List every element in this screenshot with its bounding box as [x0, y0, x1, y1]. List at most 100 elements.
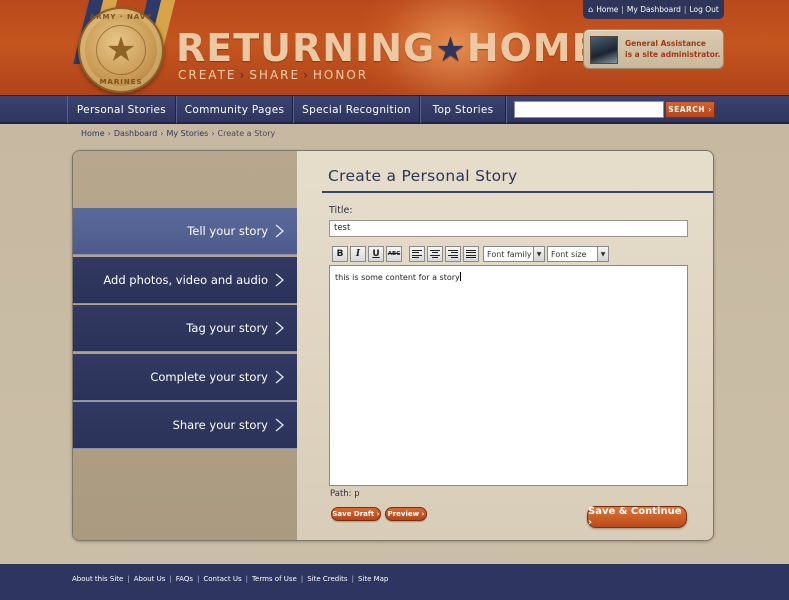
chevron-right-icon: › [160, 129, 164, 138]
separator: | [300, 575, 304, 583]
align-justify-icon [466, 248, 476, 260]
align-left-icon [412, 248, 422, 260]
site-footer: About this Site | About Us | FAQs | Cont… [0, 564, 789, 600]
step-label: Add photos, video and audio [103, 272, 268, 287]
logo-star-icon: ★ [435, 30, 467, 70]
main-nav: Personal Stories Community Pages Special… [0, 95, 789, 124]
steps-list: Tell your story Add photos, video and au… [73, 208, 297, 451]
editor-toolbar: B I U ABC Font family ▼ Font size ▼ [329, 245, 688, 265]
separator: | [621, 5, 624, 14]
avatar[interactable] [590, 36, 618, 64]
font-family-value: Font family [487, 250, 532, 259]
medal-logo[interactable]: ARMY · NAVY ★ MARINES [78, 7, 164, 93]
site-tagline: CREATE › SHARE › HONOR [178, 68, 368, 82]
bold-button[interactable]: B [332, 246, 348, 262]
breadcrumb-my-stories[interactable]: My Stories [166, 129, 208, 138]
steps-sidebar: Tell your story Add photos, video and au… [73, 151, 297, 540]
align-left-button[interactable] [409, 246, 425, 262]
step-share-your-story[interactable]: Share your story [73, 402, 297, 450]
separator: | [245, 575, 248, 583]
separator: | [197, 575, 200, 583]
font-size-select[interactable]: Font size ▼ [547, 246, 609, 262]
search-button[interactable]: SEARCH › [665, 101, 715, 118]
user-role: is a site administrator. [625, 50, 721, 59]
breadcrumb-dashboard[interactable]: Dashboard [114, 129, 157, 138]
footer-link-faqs[interactable]: FAQs [176, 575, 193, 583]
page-title: Create a Personal Story [328, 167, 518, 185]
medal-text-bottom: MARINES [99, 78, 143, 86]
title-divider [322, 191, 713, 193]
logo-title-home: HOME [466, 26, 599, 70]
footer-link-contact[interactable]: Contact Us [203, 575, 241, 583]
preview-button[interactable]: Preview › [385, 507, 427, 521]
step-tell-your-story[interactable]: Tell your story [73, 208, 297, 255]
separator: | [169, 575, 172, 583]
dropdown-arrow-icon: ▼ [533, 247, 544, 261]
chevron-right-icon: › [211, 129, 215, 138]
chevron-right-icon: › [107, 129, 111, 138]
site-logo-title[interactable]: RETURNING★HOME [176, 28, 599, 70]
chevron-right-icon [275, 321, 284, 335]
italic-button[interactable]: I [350, 246, 366, 262]
chevron-right-icon [275, 370, 284, 384]
star-icon: ★ [96, 25, 146, 75]
separator: | [127, 575, 130, 583]
align-center-button[interactable] [427, 246, 443, 262]
breadcrumb-current: Create a Story [217, 129, 276, 138]
tagline-share: SHARE [249, 68, 301, 82]
nav-personal-stories[interactable]: Personal Stories [67, 96, 176, 123]
align-justify-button[interactable] [463, 246, 479, 262]
step-label: Tag your story [186, 321, 268, 336]
strikethrough-button[interactable]: ABC [386, 246, 402, 262]
save-continue-button[interactable]: Save & Continue › [587, 506, 687, 528]
text-caret [459, 272, 461, 281]
footer-link-about-us[interactable]: About Us [134, 575, 166, 583]
footer-link-about-site[interactable]: About this Site [72, 575, 123, 583]
step-tag-your-story[interactable]: Tag your story [73, 305, 297, 353]
nav-top-stories[interactable]: Top Stories [420, 96, 506, 123]
step-label: Share your story [172, 418, 268, 433]
chevron-right-icon [275, 273, 284, 287]
top-link-home[interactable]: Home [596, 5, 618, 14]
chevron-right-icon [275, 418, 284, 432]
search-area: SEARCH › [506, 96, 720, 123]
footer-link-terms[interactable]: Terms of Use [252, 575, 297, 583]
home-icon: ⌂ [588, 5, 594, 14]
align-right-button[interactable] [445, 246, 461, 262]
user-name[interactable]: General Assistance [625, 38, 706, 49]
top-link-logout[interactable]: Log Out [689, 5, 718, 14]
title-label: Title: [329, 205, 353, 216]
align-center-icon [430, 248, 440, 260]
breadcrumb-home[interactable]: Home [81, 129, 105, 138]
editor-path: Path: p [330, 489, 360, 499]
chevron-right-icon: › [303, 68, 310, 82]
footer-link-credits[interactable]: Site Credits [307, 575, 347, 583]
separator: | [351, 575, 354, 583]
underline-button[interactable]: U [368, 246, 384, 262]
tagline-create: CREATE [178, 68, 237, 82]
story-content-editor[interactable]: this is some content for a story [329, 265, 688, 486]
top-link-dashboard[interactable]: My Dashboard [627, 5, 681, 14]
editor-text: this is some content for a story [335, 273, 460, 282]
nav-community-pages[interactable]: Community Pages [176, 96, 293, 123]
title-input[interactable]: test [329, 220, 688, 237]
save-draft-button[interactable]: Save Draft › [331, 507, 381, 521]
font-family-select[interactable]: Font family ▼ [483, 246, 545, 262]
footer-link-sitemap[interactable]: Site Map [358, 575, 388, 583]
chevron-right-icon: › [239, 68, 247, 82]
step-add-media[interactable]: Add photos, video and audio [73, 256, 297, 304]
step-label: Tell your story [187, 224, 268, 238]
footer-links: About this Site | About Us | FAQs | Cont… [72, 575, 388, 583]
logo-title-returning: RETURNING [176, 26, 436, 70]
font-size-value: Font size [551, 250, 587, 259]
story-panel: Tell your story Add photos, video and au… [72, 150, 714, 541]
site-header: ARMY · NAVY ★ MARINES RETURNING★HOME CRE… [0, 0, 789, 95]
align-right-icon [448, 248, 458, 260]
step-complete-your-story[interactable]: Complete your story [73, 353, 297, 401]
tagline-honor: HONOR [312, 68, 369, 82]
medal-text-top: ARMY · NAVY [89, 13, 153, 21]
separator: | [683, 5, 687, 14]
nav-special-recognition[interactable]: Special Recognition [293, 96, 420, 123]
search-input[interactable] [514, 101, 664, 118]
step-label: Complete your story [150, 369, 268, 384]
